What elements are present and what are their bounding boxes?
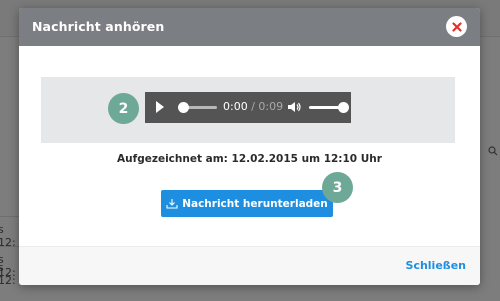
close-link[interactable]: Schließen bbox=[406, 259, 466, 272]
play-icon[interactable] bbox=[155, 100, 165, 114]
audio-player: 0:00 / 0:09 bbox=[145, 92, 351, 123]
download-icon bbox=[166, 199, 178, 209]
message-modal: Nachricht anhören 0:00 / 0:09 2 Aufgezei… bbox=[19, 8, 480, 285]
audio-player-area: 0:00 / 0:09 bbox=[41, 77, 455, 143]
recorded-date-text: Aufgezeichnet am: 12.02.2015 um 12:10 Uh… bbox=[117, 153, 382, 165]
close-button[interactable] bbox=[446, 16, 467, 37]
seek-knob[interactable] bbox=[178, 102, 189, 113]
download-message-button[interactable]: Nachricht herunterladen bbox=[161, 190, 333, 217]
time-display: 0:00 / 0:09 bbox=[223, 100, 283, 113]
step-badge-player: 2 bbox=[108, 93, 139, 124]
background-row: s 12: bbox=[0, 216, 20, 249]
modal-header: Nachricht anhören bbox=[19, 8, 480, 46]
step-badge-download: 3 bbox=[322, 172, 353, 203]
duration: 0:09 bbox=[258, 100, 284, 113]
current-time: 0:00 bbox=[223, 100, 248, 113]
download-button-label: Nachricht herunterladen bbox=[182, 197, 328, 210]
background-row: s 12: bbox=[0, 259, 20, 289]
time-separator: / bbox=[247, 100, 259, 113]
modal-title: Nachricht anhören bbox=[32, 19, 165, 34]
search-icon bbox=[488, 146, 498, 156]
seek-slider[interactable] bbox=[178, 102, 217, 113]
volume-icon[interactable] bbox=[287, 100, 301, 114]
volume-slider[interactable] bbox=[309, 102, 349, 113]
volume-knob[interactable] bbox=[338, 102, 349, 113]
close-icon bbox=[451, 21, 462, 32]
background-row-text: s 12: bbox=[0, 261, 16, 287]
modal-footer: Schließen bbox=[19, 246, 480, 285]
